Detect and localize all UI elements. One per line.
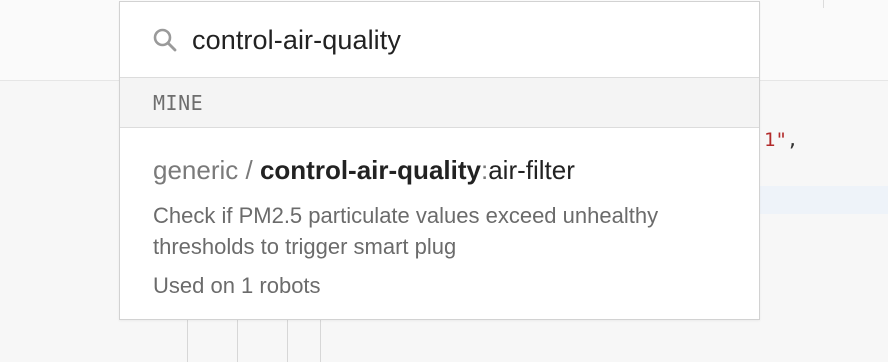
result-module-name: control-air-quality — [259, 155, 481, 185]
editor-gridline — [287, 320, 288, 362]
editor-gridline — [187, 320, 188, 362]
search-icon — [153, 28, 177, 52]
result-separator: / — [238, 155, 260, 185]
code-punct: , — [786, 129, 799, 151]
result-model-name: air-filter — [488, 155, 575, 185]
section-label: MINE — [153, 91, 204, 115]
result-namespace: generic — [153, 155, 239, 185]
code-string: 1" — [764, 129, 787, 151]
module-search-popup: control-air-quality MINE generic / contr… — [119, 1, 760, 320]
result-usage: Used on 1 robots — [153, 273, 321, 298]
result-description: Check if PM2.5 particulate values exceed… — [153, 203, 659, 259]
editor-gridline — [320, 320, 321, 362]
search-bar[interactable]: control-air-quality — [120, 2, 759, 78]
editor-gridline — [823, 0, 824, 8]
result-title: generic / control-air-quality:air-filter — [153, 154, 575, 186]
search-input[interactable]: control-air-quality — [192, 22, 401, 58]
editor-gridline — [237, 320, 238, 362]
code-fragment: 1", — [764, 126, 798, 154]
editor-active-line — [760, 186, 888, 214]
section-header-mine: MINE — [120, 78, 759, 128]
list-item[interactable]: generic / control-air-quality:air-filter… — [120, 128, 759, 320]
